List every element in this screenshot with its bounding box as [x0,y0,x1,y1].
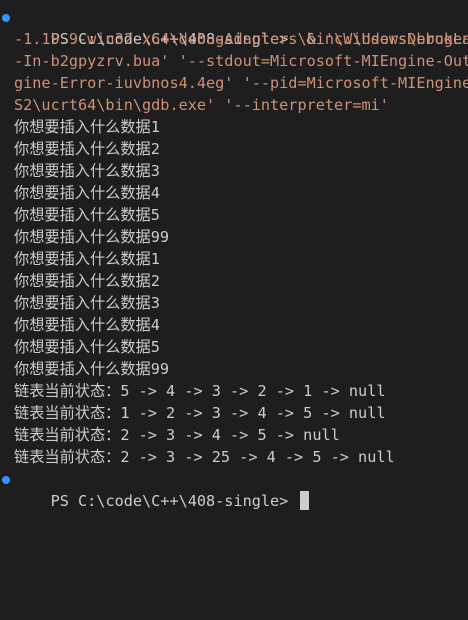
command-continuation: gine-Error-iuvbnos4.4eg' '--pid=Microsof… [14,74,468,92]
text-cursor [300,491,310,510]
output-line: 你想要插入什么数据4 [14,184,160,202]
output-line: 链表当前状态：5 -> 4 -> 3 -> 2 -> 1 -> null [14,382,386,400]
prompt-text: PS C:\code\C++\408-single> [50,492,298,510]
output-line: 链表当前状态：1 -> 2 -> 3 -> 4 -> 5 -> null [14,404,386,422]
terminal-panel[interactable]: PS C:\code\C++\408-single> & 'c:\Users\b… [0,0,468,620]
command-continuation: -1.19.9-win32-x64\debugAdapters\bin\Wind… [14,30,468,48]
output-line: 链表当前状态：2 -> 3 -> 4 -> 5 -> null [14,426,340,444]
output-line: 你想要插入什么数据2 [14,272,160,290]
output-line: 你想要插入什么数据1 [14,250,160,268]
output-line: 你想要插入什么数据2 [14,140,160,158]
command-continuation: S2\ucrt64\bin\gdb.exe' '--interpreter=mi… [14,96,389,114]
command-line: PS C:\code\C++\408-single> & 'c:\Users\b… [0,6,468,48]
output-line: 你想要插入什么数据3 [14,162,160,180]
prompt-status-dot-icon [2,476,10,484]
output-line: 你想要插入什么数据3 [14,294,160,312]
output-line: 你想要插入什么数据5 [14,206,160,224]
output-line: 你想要插入什么数据1 [14,118,160,136]
output-line: 链表当前状态：2 -> 3 -> 25 -> 4 -> 5 -> null [14,448,395,466]
active-prompt-line[interactable]: PS C:\code\C++\408-single> [0,468,468,510]
command-continuation: -In-b2gpyzrv.bua' '--stdout=Microsoft-MI… [14,52,468,70]
output-line: 你想要插入什么数据99 [14,360,169,378]
output-line: 你想要插入什么数据99 [14,228,169,246]
output-line: 你想要插入什么数据4 [14,316,160,334]
output-line: 你想要插入什么数据5 [14,338,160,356]
command-status-dot-icon [2,14,10,22]
